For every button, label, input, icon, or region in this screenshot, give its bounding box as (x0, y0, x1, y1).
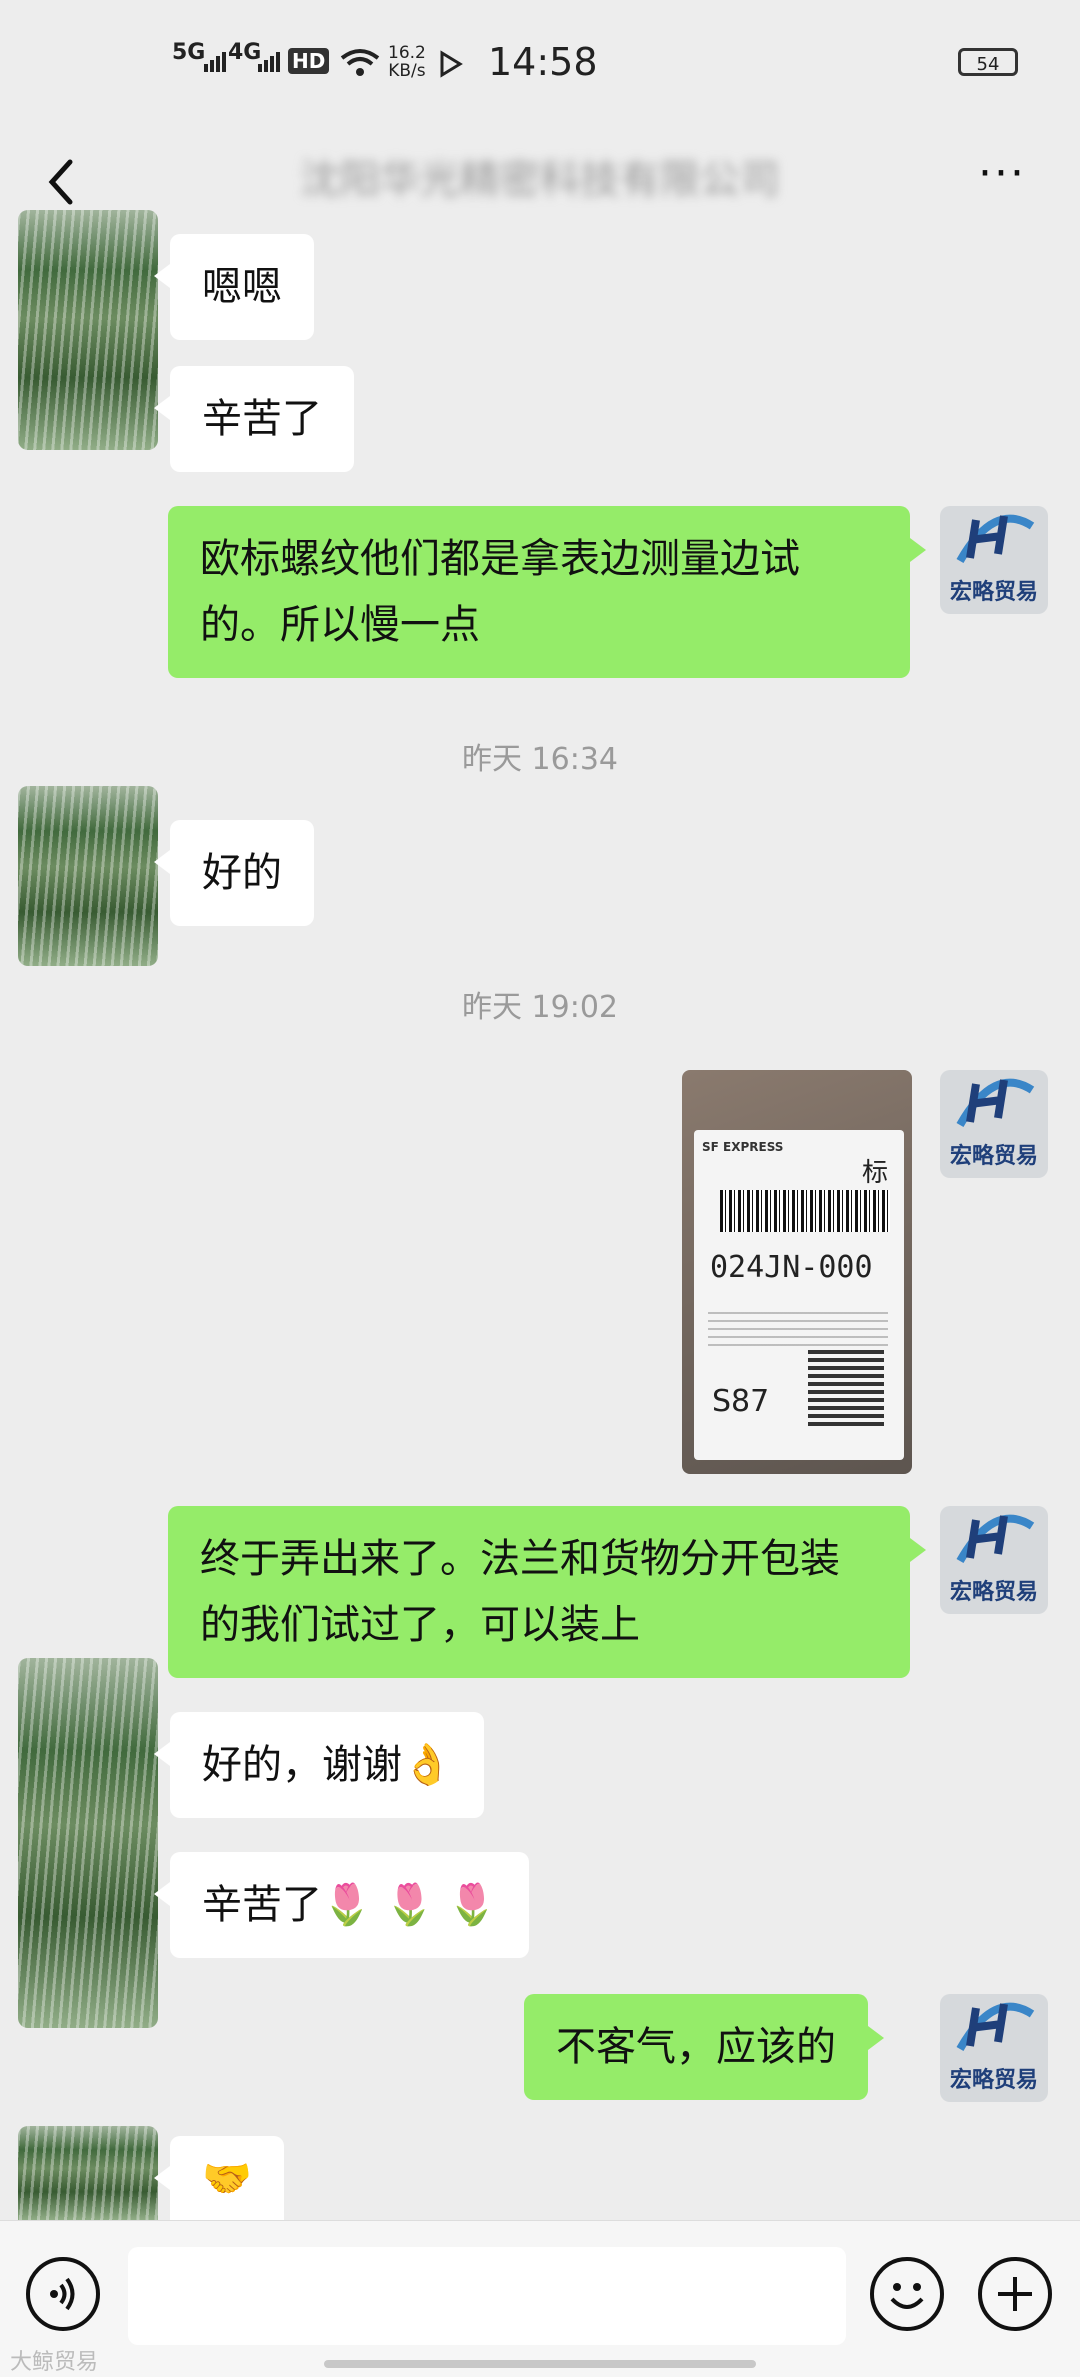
contact-avatar[interactable] (18, 210, 158, 450)
company-logo-icon (956, 1514, 1035, 1563)
company-logo-text: 宏略贸易 (949, 580, 1038, 605)
tracking-code: 024JN-000 (710, 1250, 873, 1285)
label-fineprint (708, 1306, 888, 1346)
speed-value: 16.2 (388, 43, 426, 63)
route-code: S87 (712, 1384, 770, 1419)
my-avatar[interactable]: 宏略贸易 (940, 1070, 1048, 1178)
message-bubble-incoming[interactable]: 嗯嗯 (154, 234, 314, 340)
play-icon (440, 50, 463, 78)
message-bubble-incoming[interactable]: 辛苦了🌷 🌷 🌷 (154, 1852, 529, 1958)
signal-icon (204, 52, 226, 72)
watermark: 大鲸贸易 (10, 2350, 99, 2375)
chat-title: 沈阳华光精密科技有限公司 (300, 157, 780, 203)
signal-icon-2 (258, 52, 280, 72)
handshake-emoji: 🤝 (202, 2156, 252, 2202)
network-5g-label: 5G (172, 40, 206, 65)
battery-icon: 54 (958, 48, 1018, 76)
emoji-icon[interactable] (870, 2257, 944, 2331)
barcode (720, 1190, 890, 1232)
company-logo-text: 宏略贸易 (949, 2068, 1038, 2093)
company-logo-text: 宏略贸易 (949, 1144, 1038, 1169)
message-text: 辛苦了 (202, 1882, 322, 1928)
chat-input-bar (0, 2220, 1080, 2377)
speed-unit: KB/s (388, 61, 426, 81)
chat-header: 沈阳华光精密科技有限公司 ··· (0, 130, 1080, 230)
my-avatar[interactable]: 宏略贸易 (940, 1506, 1048, 1614)
shipping-label: SF EXPRESS 标快 024JN-000 S87 (694, 1130, 904, 1460)
tulip-emoji: 🌷 🌷 🌷 (322, 1882, 497, 1928)
company-logo-icon (956, 514, 1035, 563)
message-bubble-outgoing[interactable]: 终于弄出来了。法兰和货物分开包装的我们试过了，可以装上 (168, 1506, 926, 1678)
message-input[interactable] (128, 2247, 846, 2345)
my-avatar[interactable]: 宏略贸易 (940, 1994, 1048, 2102)
company-logo-text: 宏略贸易 (949, 1580, 1038, 1605)
network-4g-label: 4G (228, 40, 262, 65)
qr-code (808, 1350, 884, 1426)
company-logo-icon (956, 2002, 1035, 2051)
sf-express-logo: SF EXPRESS (702, 1140, 784, 1154)
contact-avatar[interactable] (18, 786, 158, 966)
company-logo-icon (956, 1078, 1035, 1127)
contact-avatar[interactable] (18, 1658, 158, 2028)
message-bubble-outgoing[interactable]: 欧标螺纹他们都是拿表边测量边试的。所以慢一点 (168, 506, 926, 678)
image-message[interactable]: SF EXPRESS 标快 024JN-000 S87 (682, 1070, 912, 1474)
plus-icon[interactable] (978, 2257, 1052, 2331)
my-avatar[interactable]: 宏略贸易 (940, 506, 1048, 614)
message-bubble-incoming[interactable]: 好的，谢谢👌 (154, 1712, 484, 1818)
more-dots-icon[interactable]: ··· (972, 152, 1032, 196)
message-bubble-outgoing[interactable]: 不客气，应该的 (524, 1994, 884, 2100)
message-text: 好的，谢谢 (202, 1742, 402, 1788)
status-bar: 5G 4G HD 16.2 KB/s 14:58 54 (0, 0, 1080, 130)
home-indicator[interactable] (324, 2360, 756, 2368)
message-bubble-incoming[interactable]: 辛苦了 (154, 366, 354, 472)
timestamp: 昨天 16:34 (462, 742, 618, 777)
chevron-left-icon[interactable] (34, 152, 94, 212)
message-bubble-incoming[interactable]: 🤝 (154, 2136, 284, 2220)
clock: 14:58 (488, 40, 598, 84)
voice-icon[interactable] (26, 2257, 100, 2331)
message-bubble-incoming[interactable]: 好的 (154, 820, 314, 926)
contact-avatar[interactable] (18, 2126, 158, 2220)
timestamp: 昨天 19:02 (462, 990, 618, 1025)
wifi-icon (340, 49, 380, 76)
hd-badge: HD (288, 48, 330, 74)
network-speed: 16.2 KB/s (388, 44, 426, 80)
ok-hand-emoji: 👌 (402, 1742, 452, 1788)
